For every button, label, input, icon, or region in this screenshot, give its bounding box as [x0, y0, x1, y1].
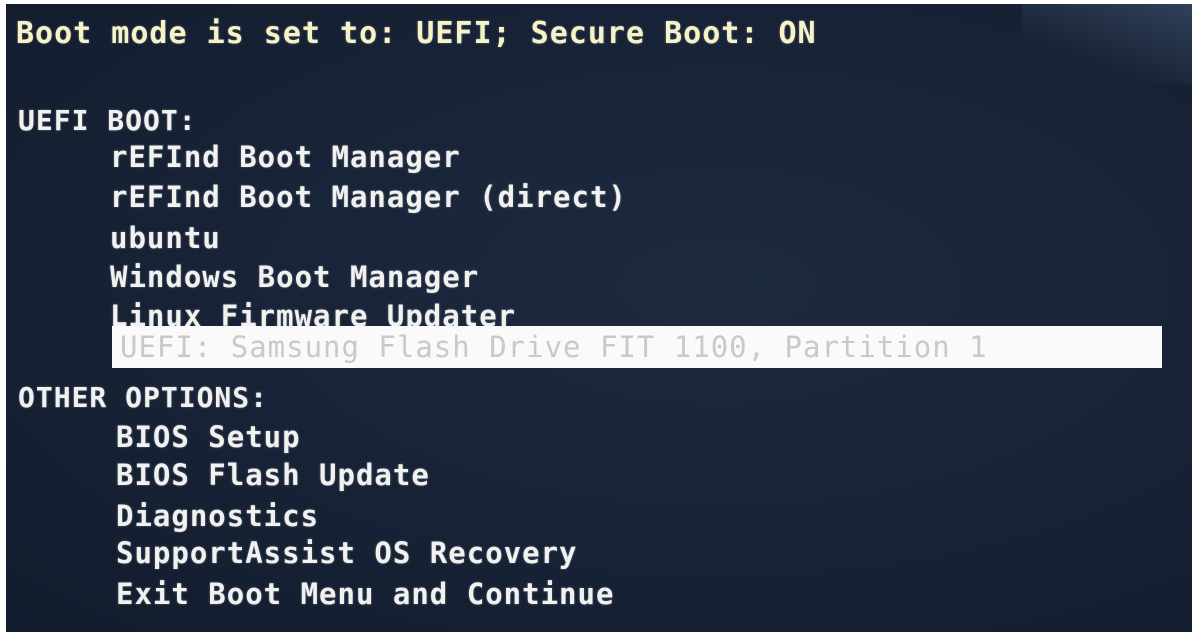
boot-option-windows-boot-manager[interactable]: Windows Boot Manager	[110, 259, 479, 295]
boot-option-usb-flash-drive-selected[interactable]: UEFI: Samsung Flash Drive FIT 1100, Part…	[112, 326, 1162, 368]
boot-option-refind-direct[interactable]: rEFInd Boot Manager (direct)	[110, 179, 627, 215]
boot-menu-screen: Boot mode is set to: UEFI; Secure Boot: …	[6, 4, 1192, 632]
option-exit-boot-menu[interactable]: Exit Boot Menu and Continue	[116, 576, 614, 612]
boot-option-refind[interactable]: rEFInd Boot Manager	[110, 139, 461, 175]
option-bios-flash-update[interactable]: BIOS Flash Update	[116, 457, 430, 493]
boot-option-ubuntu[interactable]: ubuntu	[110, 220, 221, 256]
other-options-header: OTHER OPTIONS:	[18, 381, 269, 414]
uefi-boot-header: UEFI BOOT:	[18, 104, 197, 137]
screen-glare	[1022, 4, 1192, 84]
option-diagnostics[interactable]: Diagnostics	[116, 498, 319, 534]
option-supportassist-os-recovery[interactable]: SupportAssist OS Recovery	[116, 535, 578, 571]
option-bios-setup[interactable]: BIOS Setup	[116, 419, 301, 455]
boot-mode-status: Boot mode is set to: UEFI; Secure Boot: …	[16, 16, 817, 51]
